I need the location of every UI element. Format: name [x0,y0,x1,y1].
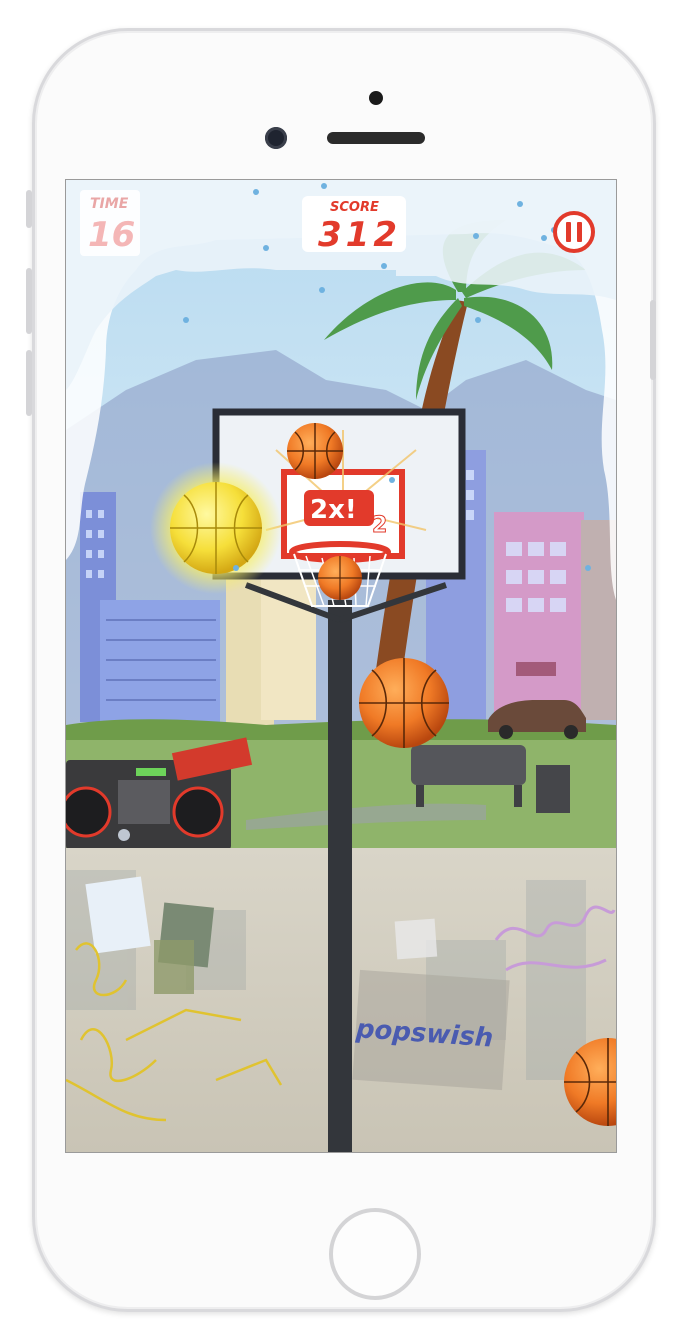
basketball-in-net [318,556,362,600]
proximity-sensor [369,91,383,105]
time-panel: TIME 16 [80,190,140,256]
volume-down-button [26,350,32,416]
time-label: TIME [90,196,129,212]
game-screen[interactable]: popswish 2x! 2 TIME 16 SCORE 312 [65,179,617,1153]
pause-button[interactable] [553,211,595,253]
power-button [650,300,656,380]
home-button[interactable] [329,1208,421,1300]
basketball-top[interactable] [287,423,343,479]
volume-up-button [26,268,32,334]
front-camera-icon [265,127,287,149]
basketball-mid[interactable] [359,658,449,748]
pause-icon [566,222,571,242]
mute-switch [26,190,32,228]
multiplier-text: 2x! [310,495,357,525]
score-label: SCORE [330,200,379,215]
score-value: 312 [318,215,401,255]
hoop-pole [328,600,352,1152]
score-panel: SCORE 312 [302,196,406,255]
basketball-glowing[interactable] [150,462,282,594]
earpiece-speaker [327,132,425,144]
time-value: 16 [88,215,135,255]
multiplier-sub-text: 2 [372,513,387,538]
